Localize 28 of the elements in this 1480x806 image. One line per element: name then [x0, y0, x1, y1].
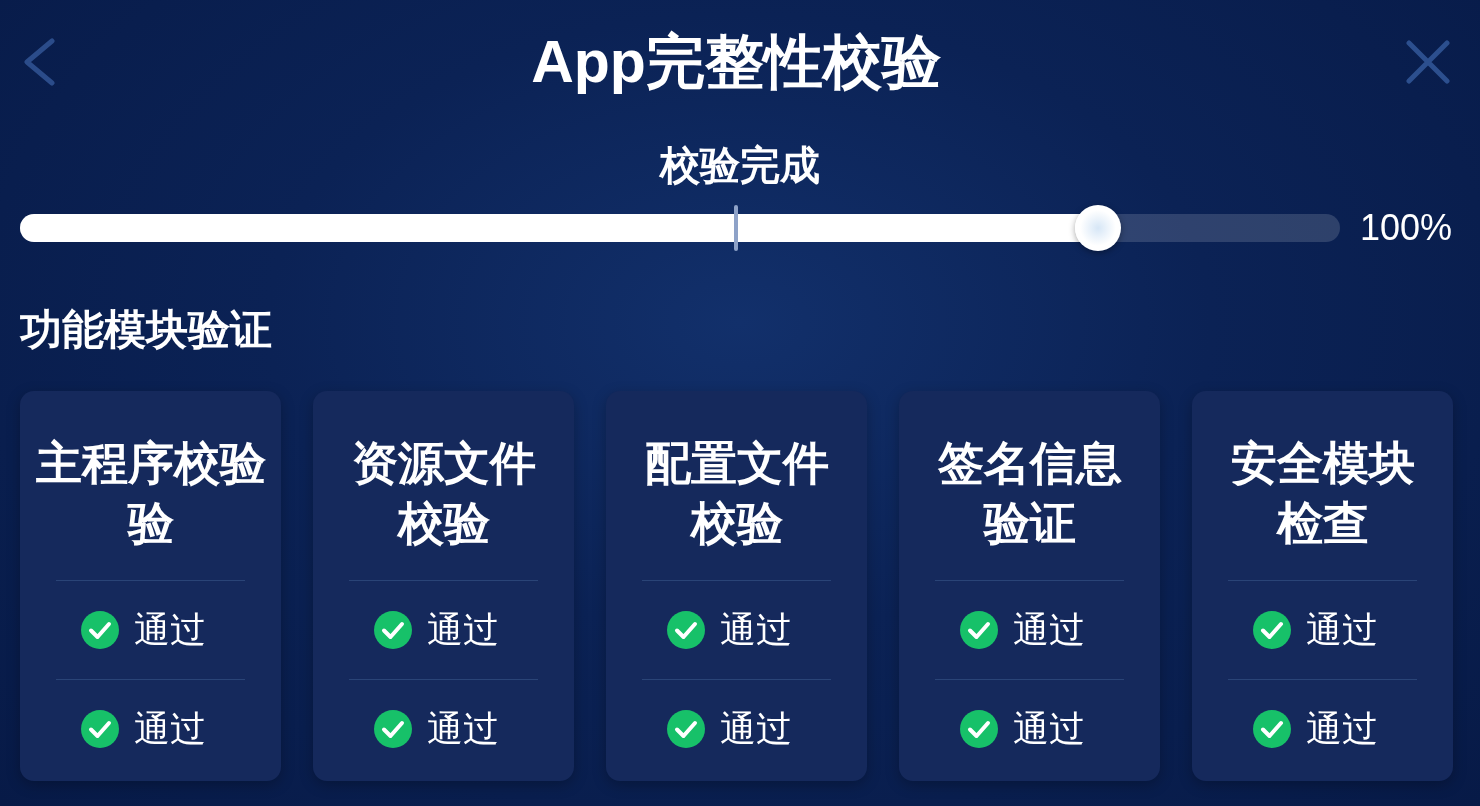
module-title-line: 校验 — [690, 496, 783, 551]
status-label: 通过 — [720, 707, 792, 751]
module-title-line: 安全模块 — [1230, 436, 1415, 491]
module-title-line: 校验 — [397, 496, 490, 551]
status-label: 通过 — [1306, 707, 1378, 751]
module-title-line: 主程序校验 — [35, 436, 266, 491]
module-title-line: 验 — [127, 496, 174, 551]
section-title: 功能模块验证 — [20, 307, 272, 353]
module-title-line: 签名信息 — [937, 436, 1122, 491]
module-title-line: 验证 — [983, 496, 1076, 551]
status-label: 通过 — [427, 707, 499, 751]
close-button[interactable] — [1404, 37, 1450, 87]
close-icon — [1406, 40, 1450, 84]
status-label: 通过 — [1306, 608, 1378, 652]
page-title: App完整性校验 — [531, 28, 941, 97]
status-label: 通过 — [134, 707, 206, 751]
module-title-line: 资源文件 — [351, 436, 536, 491]
status-label: 通过 — [720, 608, 792, 652]
progress-label: 校验完成 — [660, 143, 820, 187]
module-title-line: 配置文件 — [644, 436, 829, 491]
center-tick-mark — [734, 205, 738, 251]
status-label: 通过 — [1013, 608, 1085, 652]
chevron-left-icon — [22, 38, 56, 86]
status-label: 通过 — [1013, 707, 1085, 751]
status-label: 通过 — [134, 608, 206, 652]
module-title-line: 检查 — [1276, 496, 1369, 551]
status-label: 通过 — [427, 608, 499, 652]
progress-percent: 100% — [1359, 206, 1452, 250]
